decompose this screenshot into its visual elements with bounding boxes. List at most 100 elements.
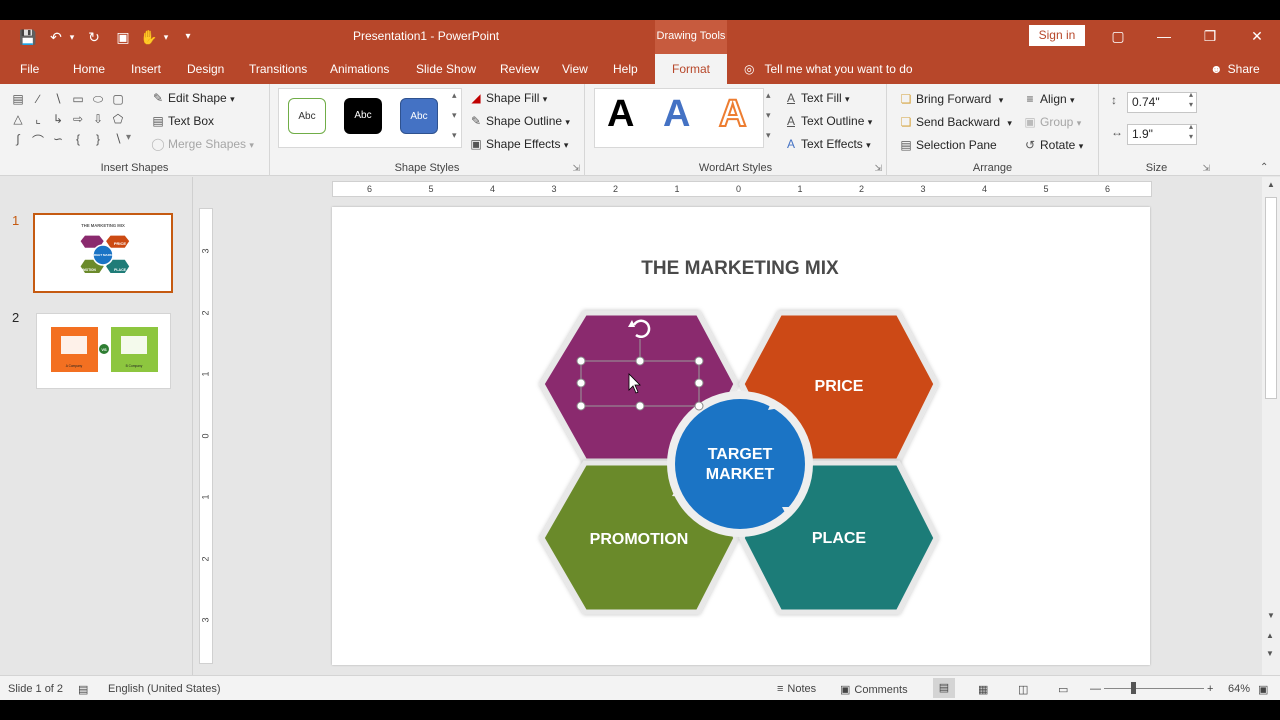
style-swatch-black[interactable]: Abc — [344, 98, 382, 134]
tab-design[interactable]: Design — [187, 62, 224, 76]
slide-title[interactable]: THE MARKETING MIX — [641, 258, 839, 279]
elbow-connector-icon[interactable]: ⌞ — [30, 112, 46, 126]
close-icon[interactable]: ✕ — [1247, 26, 1267, 46]
triangle-shape-icon[interactable]: △ — [10, 112, 26, 126]
previous-slide-icon[interactable]: ▲ — [1266, 631, 1274, 640]
zoom-slider-thumb[interactable] — [1131, 682, 1136, 694]
tab-review[interactable]: Review — [500, 62, 539, 76]
scribble-shape-icon[interactable]: ∫ — [10, 132, 26, 146]
normal-view-icon[interactable]: ▤ — [933, 678, 955, 698]
slideshow-view-icon[interactable]: ▭ — [1058, 683, 1068, 696]
shapes-more-icon[interactable]: ▾ — [126, 132, 131, 143]
freeform-shape-icon[interactable]: ⬠ — [110, 112, 126, 126]
slide-thumbnail-2[interactable]: VS A Company B Company — [36, 313, 171, 389]
wordart-more-icon[interactable]: ▾ — [766, 130, 771, 141]
selection-pane-button[interactable]: ▤ Selection Pane — [899, 138, 996, 152]
wordart-blue[interactable]: A — [663, 94, 690, 134]
tab-home[interactable]: Home — [73, 62, 105, 76]
group-button[interactable]: ▣ Group ▾ — [1023, 115, 1081, 129]
text-fill-button[interactable]: A Text Fill ▾ — [784, 91, 850, 105]
elbow-arrow-icon[interactable]: ↳ — [50, 112, 66, 126]
styles-scroll-down-icon[interactable]: ▾ — [452, 110, 457, 121]
scrollbar-thumb[interactable] — [1265, 197, 1277, 399]
shape-height-input[interactable]: 0.74" — [1127, 92, 1197, 113]
tab-animations[interactable]: Animations — [330, 62, 389, 76]
diagonal-line-icon[interactable]: ∖ — [110, 132, 126, 146]
presentation-icon[interactable]: ▣ — [114, 28, 132, 46]
wordart-black[interactable]: A — [607, 94, 634, 134]
customize-toolbar-icon[interactable]: ▾ — [179, 28, 197, 46]
touch-mode-icon[interactable]: ✋ — [140, 28, 158, 46]
styles-scroll-up-icon[interactable]: ▴ — [452, 90, 457, 101]
bring-forward-button[interactable]: ❏ Bring Forward ▾ — [899, 92, 1004, 106]
zoom-out-icon[interactable]: — — [1090, 683, 1101, 695]
wordart-launcher-icon[interactable]: ⇲ — [874, 163, 882, 174]
height-spin-down-icon[interactable]: ▾ — [1189, 100, 1193, 109]
save-icon[interactable]: 💾 — [19, 28, 37, 46]
fit-slide-icon[interactable]: ▣ — [1258, 683, 1268, 696]
share-button[interactable]: ☻ Share — [1210, 62, 1260, 76]
size-launcher-icon[interactable]: ⇲ — [1202, 163, 1210, 174]
zoom-level[interactable]: 64% — [1228, 683, 1250, 695]
zoom-in-icon[interactable]: + — [1207, 683, 1213, 695]
style-swatch-blue[interactable]: Abc — [400, 98, 438, 134]
slide-sorter-icon[interactable]: ▦ — [978, 683, 988, 696]
vertical-scrollbar[interactable]: ▲ ▼ ▲ ▼ — [1262, 177, 1280, 675]
ribbon-display-icon[interactable]: ▢ — [1108, 26, 1128, 46]
rounded-rect-shape-icon[interactable]: ▢ — [110, 92, 126, 106]
next-slide-icon[interactable]: ▼ — [1266, 649, 1274, 658]
width-spin-up-icon[interactable]: ▴ — [1189, 122, 1193, 131]
text-outline-button[interactable]: A Text Outline ▾ — [784, 114, 872, 128]
language-indicator[interactable]: English (United States) — [108, 683, 221, 695]
line-shape-icon[interactable]: ∕ — [30, 92, 46, 106]
horizontal-ruler[interactable]: 6 5 4 3 2 1 0 1 2 3 4 5 6 — [332, 181, 1152, 197]
touch-dropdown-icon[interactable]: ▾ — [157, 28, 175, 46]
text-box-button[interactable]: ▤ Text Box — [151, 114, 214, 128]
send-backward-button[interactable]: ❏ Send Backward ▾ — [899, 115, 1012, 129]
line2-shape-icon[interactable]: ∖ — [50, 92, 66, 106]
rectangle-shape-icon[interactable]: ▭ — [70, 92, 86, 106]
scroll-up-icon[interactable]: ▲ — [1267, 180, 1275, 189]
slide-thumbnail-1[interactable]: THE MARKETING MIX PRICE TARGET MARKET PR… — [33, 213, 173, 293]
scroll-down-icon[interactable]: ▼ — [1267, 611, 1275, 620]
tab-transitions[interactable]: Transitions — [249, 62, 307, 76]
rotate-button[interactable]: ↺ Rotate ▾ — [1023, 138, 1083, 152]
shape-width-input[interactable]: 1.9" — [1127, 124, 1197, 145]
shapes-gallery[interactable]: ▤ ∕ ∖ ▭ ⬭ ▢ △ ⌞ ↳ ⇨ ⇩ ⬠ ∫ ⌒ ∽ { } ∖ — [8, 90, 138, 150]
left-brace-shape-icon[interactable]: { — [70, 132, 86, 146]
slide-canvas[interactable]: THE MARKETING MIX PRICE PROMOTION PLACE … — [332, 207, 1150, 665]
oval-shape-icon[interactable]: ⬭ — [90, 92, 106, 107]
width-spin-down-icon[interactable]: ▾ — [1189, 132, 1193, 141]
vertical-ruler[interactable]: 3 2 1 0 1 2 3 — [199, 208, 213, 664]
minimize-icon[interactable]: — — [1154, 26, 1174, 46]
sign-in-button[interactable]: Sign in — [1029, 25, 1085, 46]
align-button[interactable]: ≡ Align ▾ — [1023, 92, 1074, 106]
merge-shapes-button[interactable]: ◯ Merge Shapes ▾ — [151, 137, 254, 151]
spell-check-icon[interactable]: ▤ — [78, 683, 88, 696]
arc-shape-icon[interactable]: ⌒ — [30, 132, 46, 149]
tab-insert[interactable]: Insert — [131, 62, 161, 76]
restore-icon[interactable]: ❐ — [1200, 26, 1220, 46]
right-arrow-shape-icon[interactable]: ⇨ — [70, 112, 86, 126]
wordart-scroll-down-icon[interactable]: ▾ — [766, 110, 771, 121]
wordart-scroll-up-icon[interactable]: ▴ — [766, 90, 771, 101]
tab-view[interactable]: View — [562, 62, 588, 76]
shape-fill-button[interactable]: ◢ Shape Fill ▾ — [469, 91, 547, 105]
zoom-slider[interactable] — [1104, 688, 1204, 689]
edit-shape-button[interactable]: ✎ Edit Shape ▾ — [151, 91, 235, 105]
tab-help[interactable]: Help — [613, 62, 638, 76]
styles-more-icon[interactable]: ▾ — [452, 130, 457, 141]
reading-view-icon[interactable]: ◫ — [1018, 683, 1028, 696]
redo-icon[interactable]: ↻ — [85, 28, 103, 46]
style-swatch-outline[interactable]: Abc — [288, 98, 326, 134]
collapse-ribbon-icon[interactable]: ⌃ — [1260, 162, 1268, 173]
textbox-shape-icon[interactable]: ▤ — [10, 92, 26, 106]
height-spin-up-icon[interactable]: ▴ — [1189, 90, 1193, 99]
tell-me-search[interactable]: ◎ Tell me what you want to do — [744, 62, 913, 76]
comments-button[interactable]: ▣ Comments — [840, 683, 908, 696]
wordart-orange-outline[interactable]: A — [718, 93, 747, 135]
tab-file[interactable]: File — [20, 62, 39, 76]
right-brace-shape-icon[interactable]: } — [90, 132, 106, 146]
text-effects-button[interactable]: A Text Effects ▾ — [784, 137, 871, 151]
undo-dropdown-icon[interactable]: ▾ — [63, 28, 81, 46]
